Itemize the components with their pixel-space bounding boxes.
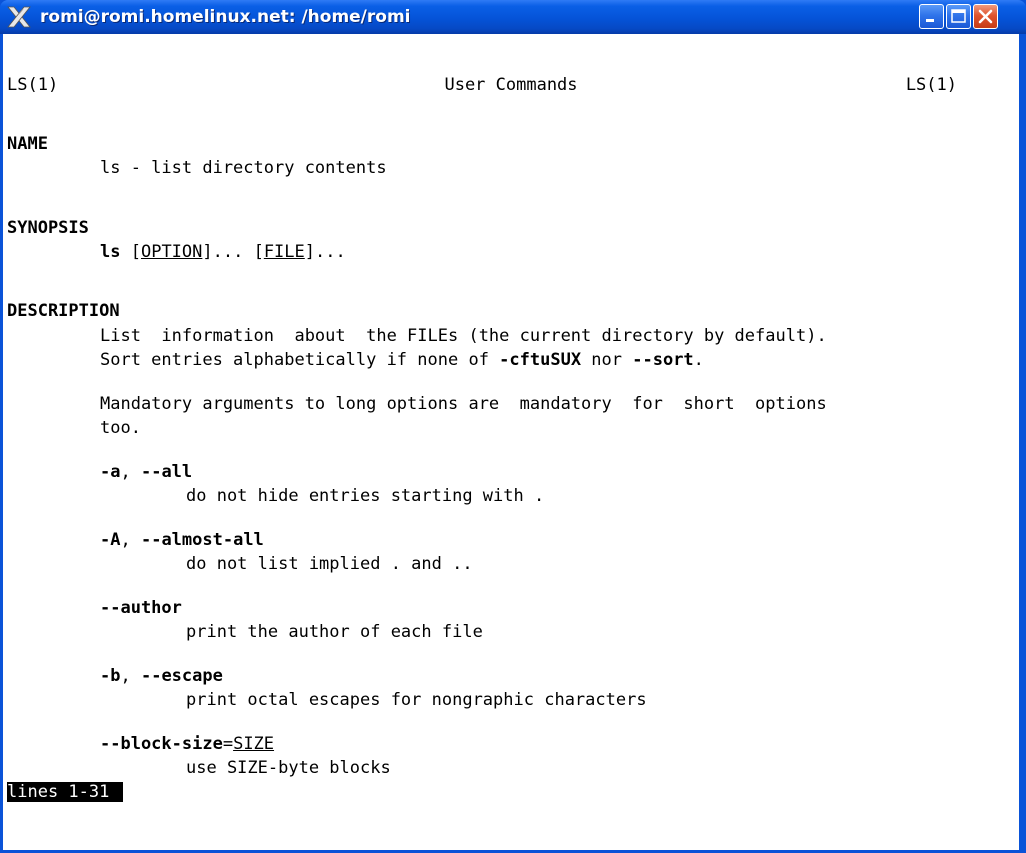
option-flag: -b xyxy=(100,666,121,686)
synopsis-option: OPTION xyxy=(140,242,203,262)
close-icon xyxy=(978,9,993,24)
maximize-button[interactable] xyxy=(946,4,971,29)
option-flag-long: --all xyxy=(140,462,193,482)
desc-option-cftusux: -cftuSUX xyxy=(499,350,582,370)
option-separator: , xyxy=(120,530,141,550)
minimize-button[interactable] xyxy=(919,4,944,29)
man-header-right: LS(1) xyxy=(905,75,957,95)
option-equals: = xyxy=(222,734,234,754)
option-all-description: do not hide entries starting with . xyxy=(186,486,545,506)
section-heading-description: DESCRIPTION xyxy=(7,301,120,321)
maximize-icon xyxy=(951,9,966,23)
option-flag-long: --almost-all xyxy=(140,530,264,550)
desc-option-sort: --sort xyxy=(632,350,694,370)
option-flag: -a xyxy=(100,462,121,482)
desc-text-nor: nor xyxy=(581,350,633,370)
option-escape-flags: -b, --escape xyxy=(100,664,223,688)
man-header-center: User Commands xyxy=(444,75,578,95)
option-argument: SIZE xyxy=(233,734,275,754)
option-flag-long: --escape xyxy=(140,666,223,686)
option-block-size-flags: --block-size=SIZE xyxy=(100,732,274,756)
option-flag: --block-size xyxy=(100,734,223,754)
option-all-flags: -a, --all xyxy=(100,460,192,484)
option-almost-all-description: do not list implied . and .. xyxy=(186,554,473,574)
description-line-1: List information about the FILEs (the cu… xyxy=(100,326,827,346)
synopsis-bracket-end: ]... xyxy=(304,242,346,262)
option-author-description: print the author of each file xyxy=(186,622,483,642)
mandatory-line-2: too. xyxy=(100,418,141,438)
option-flag: -A xyxy=(100,530,121,550)
synopsis-bracket: [ xyxy=(120,242,141,262)
section-heading-name: NAME xyxy=(7,134,48,154)
window-title: romi@romi.homelinux.net: /home/romi xyxy=(40,7,411,27)
option-separator: , xyxy=(120,462,141,482)
desc-period: . xyxy=(693,350,704,370)
x-window-system-icon xyxy=(6,5,32,29)
option-almost-all-flags: -A, --almost-all xyxy=(100,528,264,552)
option-author-flags: --author xyxy=(100,596,182,620)
synopsis-bracket-mid: ]... [ xyxy=(202,242,264,262)
section-heading-synopsis: SYNOPSIS xyxy=(7,218,89,238)
pager-status-line: lines 1-31 xyxy=(7,780,124,804)
option-flag: --author xyxy=(100,598,182,618)
minimize-icon xyxy=(926,19,934,22)
option-block-size-description: use SIZE-byte blocks xyxy=(186,758,391,778)
pager-status: lines 1-31 xyxy=(7,782,124,802)
synopsis-file: FILE xyxy=(263,242,305,262)
option-separator: , xyxy=(120,666,141,686)
synopsis-line: ls [OPTION]... [FILE]... xyxy=(100,240,346,264)
desc-text: Sort entries alphabetically if none of xyxy=(100,350,500,370)
description-line-2: Sort entries alphabetically if none of -… xyxy=(100,348,704,372)
terminal-content[interactable]: LS(1) User Commands LS(1) NAME ls - list… xyxy=(3,34,1019,850)
synopsis-command: ls xyxy=(100,242,121,262)
terminal-window: romi@romi.homelinux.net: /home/romi LS(1… xyxy=(0,0,1026,853)
close-button[interactable] xyxy=(973,4,998,29)
option-escape-description: print octal escapes for nongraphic chara… xyxy=(186,690,647,710)
title-bar[interactable]: romi@romi.homelinux.net: /home/romi xyxy=(0,0,1026,34)
mandatory-line-1: Mandatory arguments to long options are … xyxy=(100,394,827,414)
name-text: ls - list directory contents xyxy=(100,158,387,178)
